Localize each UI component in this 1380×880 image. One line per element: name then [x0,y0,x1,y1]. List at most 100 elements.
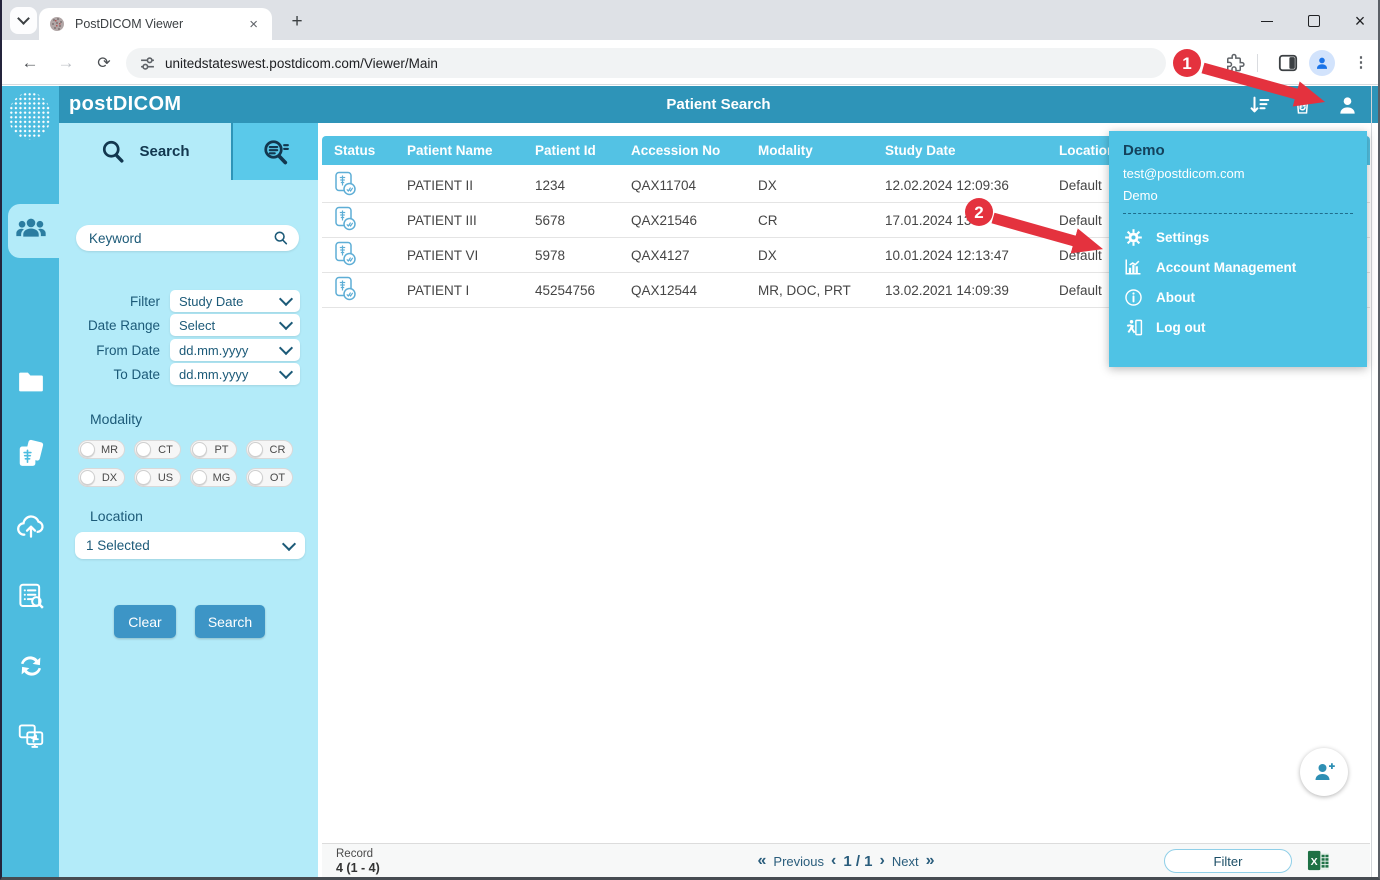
col-study-date[interactable]: Study Date [885,143,1059,158]
next-page-button[interactable]: Next [892,854,919,869]
browser-titlebar: PostDICOM Viewer × + × [2,0,1378,40]
keyword-search-field[interactable] [76,225,299,251]
col-modality[interactable]: Modality [758,143,885,158]
menu-item-label: About [1156,290,1195,305]
new-tab-button[interactable]: + [284,9,310,35]
search-icon[interactable] [273,230,289,246]
clear-button[interactable]: Clear [114,605,176,638]
toggle-knob [136,470,151,485]
menu-item-logout[interactable]: Log out [1123,312,1353,342]
user-account-icon[interactable] [1335,93,1359,117]
chevron-down-icon [279,365,293,379]
last-page-icon[interactable]: » [926,853,935,869]
menu-item-label: Settings [1156,230,1209,245]
menu-item-settings[interactable]: Settings [1123,222,1353,252]
status-report-check-icon [334,171,407,200]
advanced-search-icon [261,137,291,167]
cell-study-date: 10.01.2024 12:13:47 [885,248,1059,263]
back-button[interactable]: ← [16,49,44,77]
address-bar[interactable]: unitedstateswest.postdicom.com/Viewer/Ma… [126,48,1166,78]
next-page-icon[interactable]: › [880,853,885,869]
cell-study-date: 13.02.2021 14:09:39 [885,283,1059,298]
sort-descending-caret-icon[interactable] [892,126,902,133]
folder-icon [16,367,46,397]
window-maximize-button[interactable] [1301,11,1327,31]
browser-tab[interactable]: PostDICOM Viewer × [39,8,272,40]
sidebar-item-share[interactable] [2,714,59,758]
cell-patient-name: PATIENT II [407,178,535,193]
modality-toggle-mg[interactable]: MG [190,468,237,487]
cell-accession-no: QAX11704 [631,178,758,193]
modality-toggle-ot[interactable]: OT [246,468,293,487]
browser-window: PostDICOM Viewer × + × ← → ⟳ unitedstate… [0,0,1380,880]
forward-button[interactable]: → [52,49,80,77]
sidebar-item-upload[interactable] [2,504,59,548]
col-status[interactable]: Status [334,143,407,158]
menu-item-account-management[interactable]: Account Management [1123,252,1353,282]
menu-item-about[interactable]: About [1123,282,1353,312]
worklist-search-icon [16,581,46,611]
site-favicon [49,16,65,32]
sidebar-item-studies[interactable] [2,432,59,476]
col-accession-no[interactable]: Accession No [631,143,758,158]
location-select[interactable]: 1 Selected [75,532,305,559]
cell-patient-id: 5978 [535,248,631,263]
cell-accession-no: QAX4127 [631,248,758,263]
postdicom-brain-logo [9,92,54,140]
sidebar-item-worklist[interactable] [2,574,59,618]
side-panel-icon[interactable] [1277,52,1299,74]
page-indicator: 1 / 1 [843,853,872,870]
toggle-knob [248,470,263,485]
first-page-icon[interactable]: « [758,853,767,869]
browser-menu-kebab-icon[interactable]: ⋮ [1352,51,1370,73]
search-button[interactable]: Search [195,605,265,638]
browser-toolbar: ← → ⟳ unitedstateswest.postdicom.com/Vie… [2,40,1378,85]
from-date-select[interactable]: dd.mm.yyyy [170,339,300,361]
sidebar-item-patients[interactable] [2,206,59,250]
cell-patient-id: 5678 [535,213,631,228]
location-label: Location [90,508,143,524]
sort-studies-icon[interactable] [1248,93,1272,117]
tab-advanced-search[interactable] [233,123,318,180]
date-range-select[interactable]: Select [170,314,300,336]
menu-item-label: Account Management [1156,260,1296,275]
tab-close-icon[interactable]: × [245,16,262,33]
previous-page-button[interactable]: Previous [773,854,824,869]
window-minimize-button[interactable] [1254,11,1280,31]
chevron-down-icon [282,536,296,550]
status-report-check-icon [334,241,407,270]
reload-button[interactable]: ⟳ [90,49,118,77]
add-person-icon [1312,760,1336,784]
extensions-puzzle-icon[interactable] [1224,52,1246,74]
site-settings-icon[interactable] [140,56,155,71]
bar-chart-icon [1123,257,1143,277]
filter-select[interactable]: Study Date [170,290,300,312]
col-patient-name[interactable]: Patient Name [407,143,535,158]
keyword-input[interactable] [76,231,273,246]
add-patient-button[interactable] [1300,748,1348,796]
user-email: test@postdicom.com [1123,166,1353,181]
recycle-bin-icon[interactable] [1290,93,1314,117]
table-filter-input[interactable]: Filter [1164,849,1292,873]
modality-toggle-ct[interactable]: CT [134,440,181,459]
sidebar-item-sync[interactable] [2,644,59,688]
window-close-button[interactable]: × [1347,11,1373,31]
previous-page-icon[interactable]: ‹ [831,853,836,869]
browser-profile-avatar[interactable] [1309,50,1335,76]
col-patient-id[interactable]: Patient Id [535,143,631,158]
to-date-select[interactable]: dd.mm.yyyy [170,363,300,385]
sidebar-item-folders[interactable] [2,360,59,404]
modality-toggle-pt[interactable]: PT [190,440,237,459]
from-date-label: From Date [59,343,170,358]
modality-toggle-cr[interactable]: CR [246,440,293,459]
cloud-upload-icon [15,510,47,542]
modality-toggle-us[interactable]: US [134,468,181,487]
export-excel-icon[interactable]: X [1307,849,1330,872]
toggle-knob [248,442,263,457]
tab-basic-search[interactable]: Search [59,123,231,180]
user-organization: Demo [1123,188,1353,203]
modality-toggle-mr[interactable]: MR [78,440,125,459]
modality-toggle-dx[interactable]: DX [78,468,125,487]
date-range-row: Date Range Select [59,314,300,336]
tab-search-button[interactable] [10,7,37,34]
